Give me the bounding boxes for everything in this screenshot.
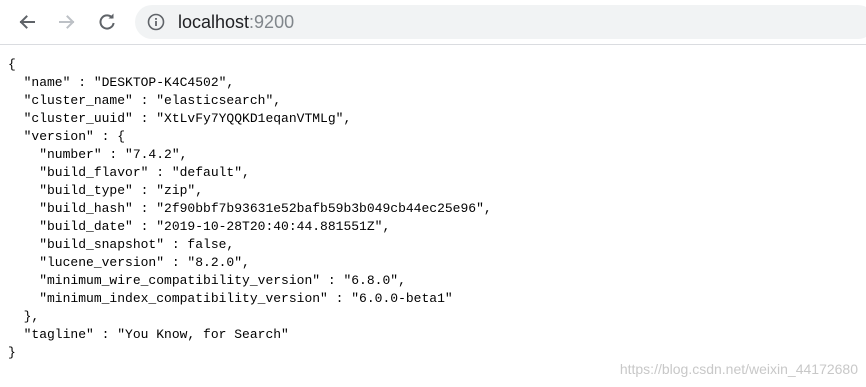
json-line: "build_snapshot" : false,	[8, 237, 235, 252]
address-bar[interactable]: localhost:9200	[135, 5, 866, 39]
json-line: },	[8, 309, 40, 324]
json-line: "name" : "DESKTOP-K4C4502",	[8, 75, 235, 90]
url-text[interactable]: localhost:9200	[178, 12, 294, 32]
json-line: "build_flavor" : "default",	[8, 165, 250, 180]
url-host: localhost	[178, 12, 250, 32]
json-line: {	[8, 57, 16, 72]
reload-icon	[99, 13, 115, 30]
json-response: { "name" : "DESKTOP-K4C4502", "cluster_n…	[8, 56, 858, 362]
json-line: "version" : {	[8, 129, 126, 144]
browser-toolbar: localhost:9200	[0, 0, 866, 45]
watermark-text: https://blog.csdn.net/weixin_44172680	[619, 361, 858, 377]
forward-button[interactable]	[53, 8, 81, 36]
json-line: "minimum_wire_compatibility_version" : "…	[8, 273, 406, 288]
json-line: "tagline" : "You Know, for Search"	[8, 327, 289, 342]
json-line: "cluster_uuid" : "XtLvFy7YQQKD1eqanVTMLg…	[8, 111, 352, 126]
url-port: :9200	[249, 12, 295, 32]
info-circle-icon[interactable]	[147, 13, 165, 31]
json-line: "lucene_version" : "8.2.0",	[8, 255, 250, 270]
arrow-right-icon	[59, 15, 75, 29]
json-line: "number" : "7.4.2",	[8, 147, 188, 162]
json-line: "build_date" : "2019-10-28T20:40:44.8815…	[8, 219, 391, 234]
json-line: "build_hash" : "2f90bbf7b93631e52bafb59b…	[8, 201, 492, 216]
json-line: "minimum_index_compatibility_version" : …	[8, 291, 453, 306]
back-button[interactable]	[13, 8, 41, 36]
json-line: "cluster_name" : "elasticsearch",	[8, 93, 282, 108]
arrow-left-icon	[19, 15, 35, 29]
reload-button[interactable]	[93, 8, 121, 36]
json-line: "build_type" : "zip",	[8, 183, 204, 198]
